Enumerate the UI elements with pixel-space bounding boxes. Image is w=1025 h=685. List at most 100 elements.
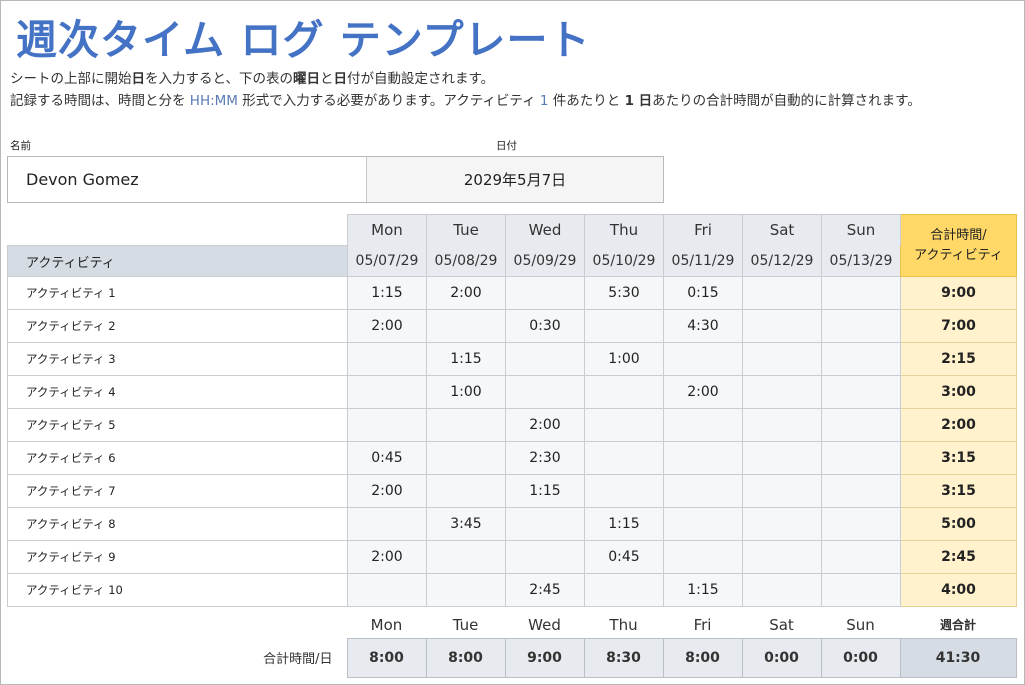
hours-cell[interactable] [584,573,664,607]
hours-cell[interactable] [426,540,506,574]
hours-cell[interactable]: 1:15 [584,507,664,541]
hours-cell[interactable] [821,441,901,475]
activity-label[interactable]: アクティビティ 2 [7,309,348,343]
hours-cell[interactable] [426,441,506,475]
hours-cell[interactable] [742,474,822,508]
hours-cell[interactable] [584,309,664,343]
activity-label[interactable]: アクティビティ 7 [7,474,348,508]
hours-cell[interactable] [663,441,743,475]
hours-cell[interactable] [426,309,506,343]
activity-label[interactable]: アクティビティ 5 [7,408,348,442]
activity-label[interactable]: アクティビティ 8 [7,507,348,541]
hours-cell[interactable]: 3:45 [426,507,506,541]
header-row-days: Mon Tue Wed Thu Fri Sat Sun 合計時間/アクティビティ [7,214,1017,277]
hours-cell[interactable]: 1:15 [505,474,585,508]
hours-cell[interactable]: 1:15 [347,276,427,310]
daily-total-cell: 0:00 [820,637,901,678]
hours-cell[interactable] [742,342,822,376]
hours-cell[interactable] [821,408,901,442]
hours-cell[interactable] [742,408,822,442]
hours-cell[interactable] [821,276,901,310]
table-row: アクティビティ 1 1:15 2:00 5:30 0:15 9:00 [7,276,1017,310]
hours-cell[interactable]: 2:30 [505,441,585,475]
hours-cell[interactable] [663,408,743,442]
hours-cell[interactable] [505,507,585,541]
activity-label[interactable]: アクティビティ 4 [7,375,348,409]
hours-cell[interactable]: 4:30 [663,309,743,343]
hours-cell[interactable] [347,507,427,541]
summary-day-mon: Mon [370,615,403,634]
name-field[interactable]: Devon Gomez [8,157,367,202]
hours-cell[interactable] [663,474,743,508]
hours-cell[interactable]: 2:00 [663,375,743,409]
hours-cell[interactable]: 0:45 [584,540,664,574]
summary-blank [7,612,347,638]
hours-cell[interactable] [347,375,427,409]
hours-cell[interactable]: 5:30 [584,276,664,310]
hours-cell[interactable] [742,441,822,475]
hours-cell[interactable] [426,408,506,442]
hours-cell[interactable] [584,375,664,409]
activity-column-header: アクティビティ [7,245,348,277]
hours-cell[interactable] [742,309,822,343]
hours-cell[interactable] [663,342,743,376]
hours-cell[interactable] [505,342,585,376]
hours-cell[interactable] [742,573,822,607]
hours-cell[interactable]: 2:00 [505,408,585,442]
hours-cell[interactable] [505,375,585,409]
hours-cell[interactable] [742,276,822,310]
hours-cell[interactable] [347,342,427,376]
summary-day-tue: Tue [452,615,479,634]
hours-cell[interactable] [821,309,901,343]
hours-cell[interactable] [347,408,427,442]
header-blank [7,214,348,246]
hours-cell[interactable] [584,408,664,442]
hours-cell[interactable]: 1:00 [584,342,664,376]
day-header-wed: Wed [505,214,585,246]
daily-total-cell: 8:00 [662,637,743,678]
summary-day-row: Mon Tue Wed Thu Fri Sat Sun 週合計 [7,612,1016,638]
hours-cell[interactable] [821,375,901,409]
hours-cell[interactable] [584,474,664,508]
hours-cell[interactable] [584,441,664,475]
hours-cell[interactable] [426,573,506,607]
daily-total-cell: 8:00 [425,637,506,678]
hours-cell[interactable] [505,540,585,574]
hours-cell[interactable] [821,474,901,508]
hours-cell[interactable]: 2:00 [426,276,506,310]
activity-label[interactable]: アクティビティ 10 [7,573,348,607]
activity-label[interactable]: アクティビティ 1 [7,276,348,310]
date-header: 05/11/29 [663,245,743,277]
hours-cell[interactable]: 2:45 [505,573,585,607]
hours-cell[interactable]: 0:45 [347,441,427,475]
page-title: 週次タイム ログ テンプレート [16,16,591,64]
hours-cell[interactable] [821,573,901,607]
table-row: アクティビティ 2 2:00 0:30 4:30 7:00 [7,309,1017,343]
date-header: 05/12/29 [742,245,822,277]
hours-cell[interactable]: 2:00 [347,540,427,574]
hours-cell[interactable]: 1:00 [426,375,506,409]
hours-cell[interactable] [663,540,743,574]
hours-cell[interactable] [742,375,822,409]
hours-cell[interactable]: 1:15 [663,573,743,607]
hours-cell[interactable] [426,474,506,508]
hours-cell[interactable]: 0:30 [505,309,585,343]
hours-cell[interactable] [821,342,901,376]
activity-label[interactable]: アクティビティ 6 [7,441,348,475]
date-header: 05/13/29 [821,245,901,277]
activity-label[interactable]: アクティビティ 9 [7,540,348,574]
hours-cell[interactable] [742,507,822,541]
start-date-field[interactable]: 2029年5月7日 [367,157,663,202]
hours-cell[interactable]: 0:15 [663,276,743,310]
hours-cell[interactable] [505,276,585,310]
hours-cell[interactable]: 2:00 [347,309,427,343]
hours-cell[interactable] [821,507,901,541]
hours-cell[interactable]: 1:15 [426,342,506,376]
activity-label[interactable]: アクティビティ 3 [7,342,348,376]
hours-cell[interactable] [742,540,822,574]
hours-cell[interactable] [663,507,743,541]
hours-cell[interactable]: 2:00 [347,474,427,508]
total-header-line2: アクティビティ [914,247,1003,263]
hours-cell[interactable] [347,573,427,607]
hours-cell[interactable] [821,540,901,574]
